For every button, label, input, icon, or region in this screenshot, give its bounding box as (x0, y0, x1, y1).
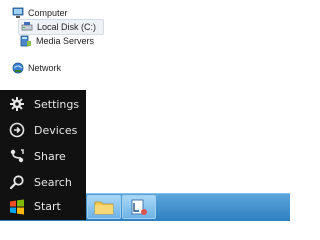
charm-share[interactable]: Share (0, 143, 86, 169)
charm-label-search: Search (34, 175, 72, 189)
tree-label-media-servers: Media Servers (36, 36, 95, 46)
start-button[interactable]: Start (0, 193, 86, 220)
taskbar-button-explorer[interactable] (87, 195, 121, 219)
charm-settings[interactable]: Settings (0, 91, 86, 117)
network-icon (12, 62, 24, 74)
computer-icon (12, 7, 24, 19)
tree-label-network: Network (28, 63, 62, 73)
charm-label-settings: Settings (34, 97, 80, 111)
windows-logo-icon (10, 199, 24, 214)
navigation-pane: Computer Local Disk (C:) Media Servers N… (0, 0, 290, 90)
charm-devices[interactable]: Devices (0, 117, 86, 143)
search-icon (9, 175, 24, 190)
tree-item-local-disk[interactable]: Local Disk (C:) (18, 19, 104, 35)
tree-item-network[interactable]: Network (12, 61, 61, 75)
charm-label-devices: Devices (34, 123, 78, 137)
devices-icon (9, 122, 25, 138)
start-label: Start (34, 200, 61, 213)
drive-icon (21, 21, 33, 33)
tree-label-computer: Computer (28, 8, 68, 18)
charm-search[interactable]: Search (0, 169, 86, 195)
taskbar-button-libraries[interactable] (122, 195, 156, 219)
gear-icon (10, 97, 24, 111)
charm-label-share: Share (34, 149, 66, 163)
folder-icon (94, 201, 114, 215)
media-server-icon (20, 35, 32, 47)
tree-item-media-servers[interactable]: Media Servers (20, 34, 94, 48)
tree-label-local-disk: Local Disk (C:) (37, 22, 97, 32)
share-icon (10, 149, 24, 163)
libraries-icon (131, 199, 147, 215)
tree-item-computer[interactable]: Computer (12, 6, 68, 20)
